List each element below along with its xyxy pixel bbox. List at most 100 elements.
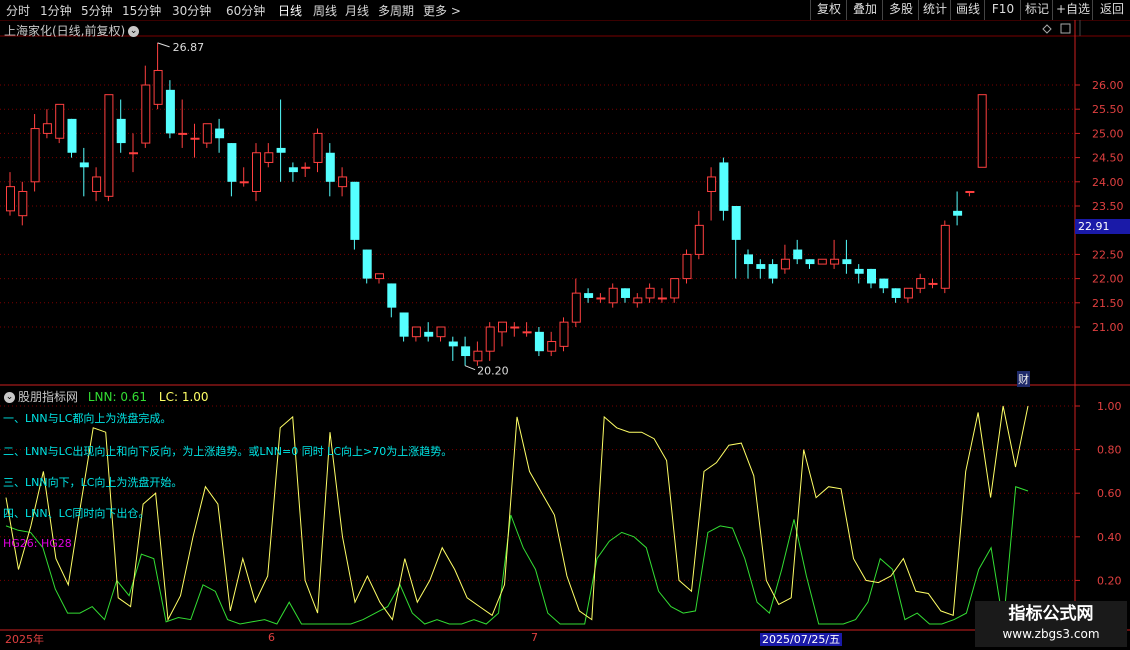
candle-body-up [264,152,274,163]
candle-body-down [621,288,630,298]
candle-body-up [338,176,348,188]
candle-body-up [510,326,520,329]
hg-label: HG26: HG28 [3,537,72,550]
candle-body-up [940,224,950,289]
indicator-series [5,405,1029,625]
price-tick-label: 22.50 [1092,248,1124,261]
candle-body-down [165,89,175,134]
price-tick-label: 24.00 [1092,176,1124,189]
candle-body-up [682,253,692,280]
candlestick-series [6,42,987,366]
indicator-note-1: 一、LNN与LC都向上为洗盘完成。 [3,412,172,425]
watermark-url: www.zbgs3.com [1002,627,1100,641]
candle-body-up [473,350,483,362]
candle-body-up [202,123,212,144]
high-marker-arrow [157,42,170,48]
candle-body-up [977,94,987,168]
candle-body-up [30,128,40,183]
candle-body-up [608,287,618,304]
candle-body-up [6,186,15,212]
price-tick-label: 25.00 [1092,127,1124,140]
chevron-down-icon[interactable]: ⌄ [4,392,15,403]
date-label-june: 6 [268,631,275,644]
candle-body-down [79,162,89,168]
indicator-tick-label: 0.80 [1097,444,1122,457]
candle-body-up [670,278,680,299]
candle-body-down [461,346,471,357]
candle-body-up [498,321,507,333]
candle-body-down [215,128,225,139]
candle-body-up [780,258,790,270]
candle-body-up [104,94,114,197]
candle-body-up [707,176,717,192]
candle-body-down [879,278,889,289]
candle-body-down [350,181,360,240]
indicator-name: 股朋指标网 [18,390,79,404]
candle-body-up [965,190,975,193]
candle-body-down [387,283,397,308]
candle-body-up [830,258,840,265]
price-tick-label: 21.00 [1092,321,1124,334]
watermark-title: 指标公式网 [1008,604,1094,624]
candle-body-down [424,331,434,337]
candle-body-down [953,210,963,216]
low-marker-arrow [464,365,476,371]
price-axis: 26.00 25.50 25.00 24.50 24.00 23.50 22.50 22.00… [1075,79,1124,334]
candle-body-down [891,288,901,298]
candle-body-up [571,292,581,323]
indicator-tick-label: 1.00 [1097,400,1122,413]
candle-body-down [227,143,237,182]
candle-body-down [867,268,876,284]
candle-body-down [731,206,741,240]
diamond-icon[interactable] [1042,24,1052,34]
candle-body-up [42,123,52,134]
date-label-year: 2025年 [5,633,44,646]
watermark: 指标公式网 www.zbgs3.com [975,601,1127,647]
lc-value: LC: 1.00 [158,390,209,404]
candle-body-up [522,331,532,334]
candle-body-down [719,162,729,211]
indicator-axis: 1.00 0.80 0.60 0.40 0.20 [1075,400,1122,587]
candle-body-down [288,167,298,173]
candle-body-down [448,341,458,347]
candle-body-up [313,132,323,163]
candle-body-up [485,326,495,352]
low-price-label: 20.20 [477,365,509,378]
candle-body-up [547,341,557,352]
indicator-tick-label: 0.20 [1097,574,1122,587]
chevron-down-icon[interactable]: ⌄ [128,26,140,37]
candle-body-up [903,287,913,299]
lnn-value: LNN: 0.61 [87,390,148,404]
candle-body-up [559,321,569,347]
date-label-cursor: 2025/07/25/五 [760,633,843,646]
high-price-label: 26.87 [173,41,205,54]
candle-body-down [744,254,753,265]
candle-body-down [116,118,126,144]
main-chart-title: 上海家化(日线,前复权) ⌄ [4,22,140,39]
candle-body-up [153,69,163,105]
date-label-cursor-wrap: 2025/07/25/五 [760,631,843,647]
candle-body-up [928,282,938,285]
candle-body-down [756,264,766,269]
candle-body-up [239,181,249,184]
candle-body-up [916,278,926,289]
square-icon[interactable] [1060,23,1071,34]
indicator-note-2: 二、LNN与LC出现向上和向下反向，为上涨趋势。或LNN=0 同时 LC向上>7… [3,445,453,458]
candle-body-down [362,249,372,279]
candle-body-down [325,152,335,182]
candle-body-up [657,297,667,300]
price-tick-label: 23.50 [1092,200,1124,213]
indicator-note-4: 四、LNN、LC同时向下出仓。 [3,507,150,520]
price-tick-label: 21.50 [1092,297,1124,310]
candle-body-down [584,293,594,298]
price-tick-label: 25.50 [1092,103,1124,116]
financial-badge[interactable]: 财 [1017,371,1030,387]
lc-line [5,486,1029,625]
candle-body-down [399,312,409,337]
candle-body-down [805,259,815,265]
chart-canvas[interactable]: 26.00 25.50 25.00 24.50 24.00 23.50 22.50 22.00… [0,0,1130,650]
main-chart-title-text: 上海家化(日线,前复权) [4,24,126,38]
price-tick-label: 26.00 [1092,79,1124,92]
candle-body-up [92,176,102,192]
candle-body-up [596,297,606,300]
